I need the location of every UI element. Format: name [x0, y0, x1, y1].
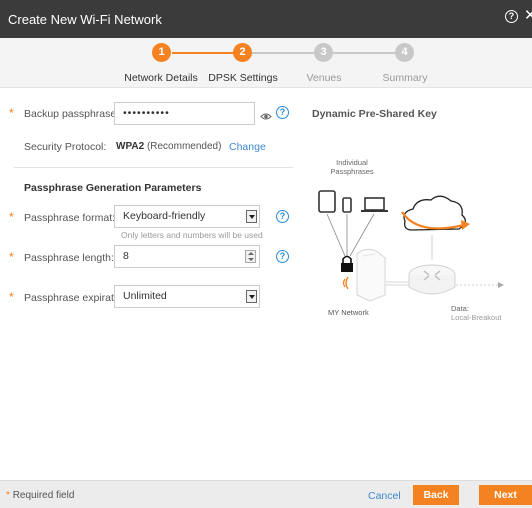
required-marker: *	[9, 250, 14, 264]
required-marker: *	[9, 290, 14, 304]
required-marker: *	[9, 210, 14, 224]
dialog-title: Create New Wi-Fi Network	[8, 12, 162, 27]
wizard-progress: 1 2 3 4 Network Details DPSK Settings Ve…	[0, 38, 532, 88]
diagram-title: Dynamic Pre-Shared Key	[312, 108, 437, 120]
wizard-step-1-circle[interactable]: 1	[152, 43, 171, 62]
wizard-connector-3-4	[333, 52, 403, 54]
access-point-icon	[356, 248, 386, 302]
passphrase-length-label: Passphrase length:	[24, 252, 114, 264]
backup-passphrase-help-icon[interactable]: ?	[276, 106, 289, 119]
change-security-protocol-link[interactable]: Change	[229, 141, 266, 153]
backup-passphrase-label: Backup passphrase:	[24, 108, 120, 120]
passphrase-length-value: 8	[123, 250, 129, 262]
back-button[interactable]: Back	[413, 485, 459, 505]
required-field-text: Required field	[12, 490, 75, 501]
next-button[interactable]: Next	[479, 485, 532, 505]
required-field-note: * Required field	[6, 490, 74, 501]
help-icon[interactable]: ?	[505, 10, 518, 23]
passphrase-format-label: Passphrase format:	[24, 212, 116, 224]
security-protocol-name: WPA2	[116, 141, 145, 152]
cancel-button[interactable]: Cancel	[368, 490, 401, 502]
tablet-icon	[318, 190, 336, 213]
wizard-step-1-label[interactable]: Network Details	[124, 72, 198, 84]
wizard-step-4-circle: 4	[395, 43, 414, 62]
chevron-down-icon	[246, 290, 257, 303]
section-divider	[14, 167, 293, 168]
passphrase-expiration-value: Unlimited	[123, 290, 167, 302]
lock-icon	[341, 255, 353, 272]
passphrase-format-value: Keyboard-friendly	[123, 210, 206, 222]
passphrase-expiration-select[interactable]: Unlimited	[114, 285, 260, 308]
create-wifi-network-dialog: Create New Wi-Fi Network ? ✕ 1 2 3 4 Net…	[0, 0, 532, 508]
individual-label-line2: Passphrases	[330, 167, 374, 176]
passphrase-format-help-icon[interactable]: ?	[276, 210, 289, 223]
data-label-line2: Local-Breakout	[451, 313, 502, 322]
passphrase-format-select[interactable]: Keyboard-friendly	[114, 205, 260, 228]
chevron-down-icon	[246, 210, 257, 223]
cloud-icon	[401, 195, 470, 231]
required-marker: *	[9, 106, 14, 120]
wizard-connector-1-2	[172, 52, 242, 54]
wizard-connector-2-3	[252, 52, 322, 54]
title-bar: Create New Wi-Fi Network ? ✕	[0, 0, 532, 38]
wifi-signal-icon	[342, 276, 349, 290]
individual-label-line1: Individual	[336, 158, 368, 167]
eye-icon[interactable]	[260, 108, 272, 120]
close-icon[interactable]: ✕	[524, 8, 532, 24]
passphrase-length-help-icon[interactable]: ?	[276, 250, 289, 263]
section-title: Passphrase Generation Parameters	[24, 182, 202, 194]
wizard-step-4-label: Summary	[382, 72, 428, 84]
router-icon	[408, 264, 456, 295]
wizard-step-2-label: DPSK Settings	[208, 72, 278, 84]
laptop-icon	[361, 197, 388, 212]
wizard-step-3-circle: 3	[314, 43, 333, 62]
passphrase-format-hint: Only letters and numbers will be used	[121, 230, 263, 240]
my-network-label: MY Network	[328, 308, 369, 317]
wizard-step-3-label: Venues	[306, 72, 342, 84]
required-marker: *	[6, 490, 10, 501]
security-protocol-label: Security Protocol:	[24, 141, 107, 153]
data-breakout-label: Data: Local-Breakout	[451, 304, 501, 322]
wizard-step-2-circle: 2	[233, 43, 252, 62]
security-protocol-value: WPA2 (Recommended)	[116, 141, 221, 152]
dialog-footer: * Required field Cancel Back Next	[0, 480, 532, 508]
individual-passphrases-label: Individual Passphrases	[322, 158, 382, 176]
backup-passphrase-input[interactable]: ••••••••••	[114, 102, 255, 125]
passphrase-length-input[interactable]: 8	[114, 245, 260, 268]
stepper-icon[interactable]	[245, 250, 256, 263]
phone-icon	[342, 197, 352, 213]
data-label-line1: Data:	[451, 304, 469, 313]
security-protocol-note: (Recommended)	[146, 141, 222, 152]
